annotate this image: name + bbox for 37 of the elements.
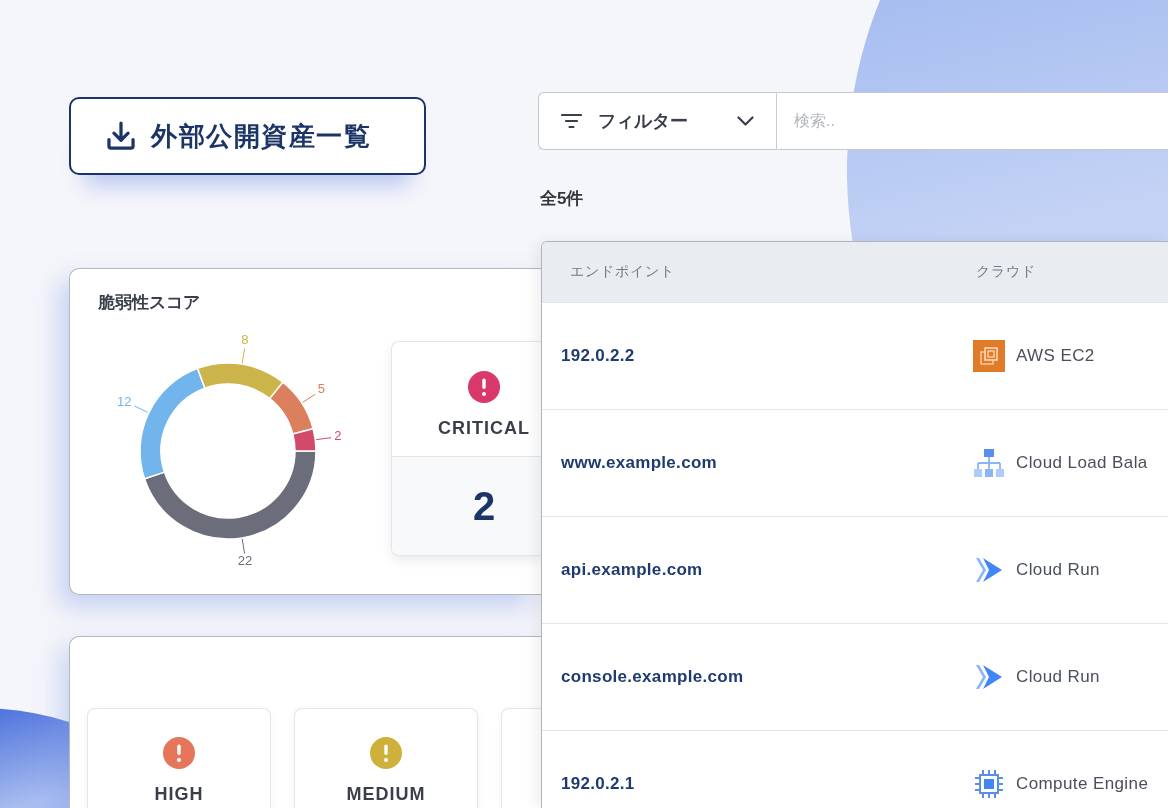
- severity-label: MEDIUM: [346, 783, 426, 805]
- filter-icon: [561, 113, 582, 129]
- chevron-down-icon: [737, 116, 754, 126]
- cloud-name: Cloud Load Bala: [1016, 453, 1148, 473]
- data-label: 2: [334, 428, 342, 444]
- download-button[interactable]: 外部公開資産一覧: [69, 97, 426, 175]
- endpoint-link[interactable]: 192.0.2.2: [561, 346, 635, 366]
- stacked-squares-icon: [973, 340, 1005, 372]
- search-field[interactable]: 検索..: [777, 92, 1168, 150]
- endpoint-link[interactable]: console.example.com: [561, 667, 744, 687]
- data-label: 8: [241, 331, 249, 347]
- column-header: エンドポイント: [570, 263, 675, 281]
- data-label: 22: [237, 553, 253, 568]
- endpoint-link[interactable]: www.example.com: [561, 453, 717, 473]
- leader-line: [302, 393, 316, 403]
- severity-label: HIGH: [154, 783, 204, 805]
- card-title: 脆弱性スコア: [98, 293, 200, 313]
- cloud-name: Cloud Run: [1016, 667, 1100, 687]
- leader-line: [315, 437, 332, 441]
- chip-icon: [973, 768, 1005, 800]
- data-label: 12: [117, 393, 132, 409]
- cloud-name: Compute Engine: [1016, 774, 1149, 794]
- hierarchy-icon: [973, 447, 1005, 479]
- filter-dropdown[interactable]: フィルター: [538, 92, 777, 150]
- download-icon: [104, 119, 138, 153]
- column-header: クラウド: [976, 263, 1036, 281]
- severity-label: CRITICAL: [438, 417, 530, 439]
- result-count: 全5件: [540, 188, 584, 210]
- cloud-name: Cloud Run: [1016, 560, 1100, 580]
- data-label: 5: [317, 381, 326, 397]
- cloud-name: AWS EC2: [1016, 346, 1095, 366]
- leader-line: [241, 538, 246, 555]
- severity-count: 2: [472, 483, 496, 529]
- leader-line: [133, 405, 149, 413]
- endpoint-link[interactable]: 192.0.2.1: [561, 774, 635, 794]
- leader-line: [241, 347, 246, 364]
- endpoint-link[interactable]: api.example.com: [561, 560, 703, 580]
